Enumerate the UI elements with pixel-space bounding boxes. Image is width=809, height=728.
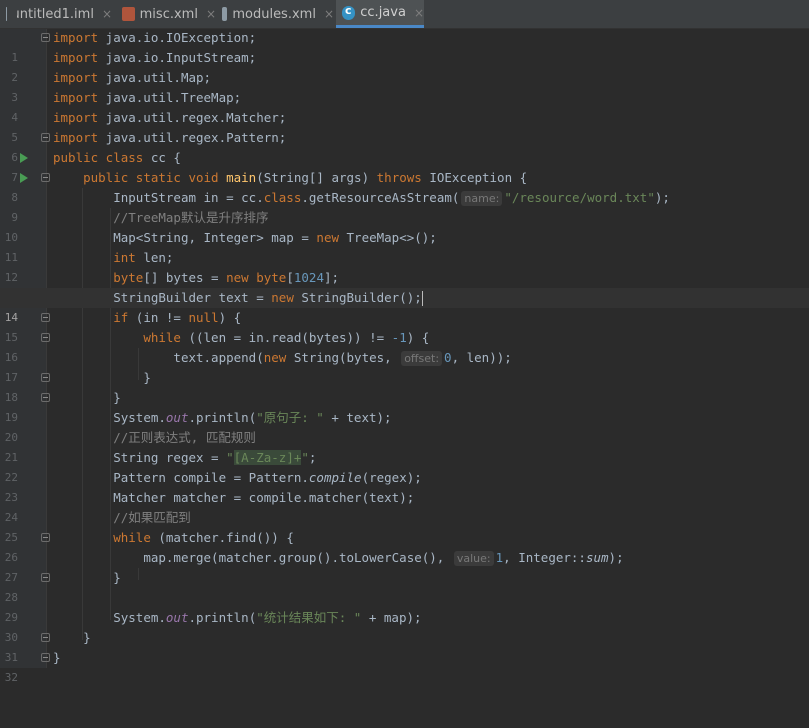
- xml-file-icon: [122, 7, 135, 21]
- code-line: 23 Pattern compile = Pattern.compile(reg…: [0, 468, 809, 504]
- code-line: 5 import java.util.regex.Matcher;: [0, 108, 809, 144]
- fold-icon[interactable]: [41, 393, 50, 402]
- code-line: 30 System.out.println("统计结果如下: " + map);: [0, 608, 809, 644]
- code-line: 27 map.merge(matcher.group().toLowerCase…: [0, 548, 809, 584]
- code-line: 13 byte[] bytes = new byte[1024];: [0, 268, 809, 304]
- code-line: 29: [0, 588, 809, 624]
- xml-file-icon: [222, 7, 228, 21]
- parameter-hint: name:: [461, 191, 503, 206]
- code-line: 21 //正则表达式, 匹配规则: [0, 428, 809, 464]
- fold-icon[interactable]: [41, 133, 50, 142]
- code-line: 26 while (matcher.find()) {: [0, 528, 809, 564]
- code-line: 32 }: [0, 648, 809, 684]
- code-line: 24 Matcher matcher = compile.matcher(tex…: [0, 488, 809, 524]
- run-icon[interactable]: [20, 153, 28, 163]
- code-line: 7 public class cc {: [0, 148, 809, 184]
- parameter-hint: value:: [453, 551, 494, 566]
- code-line: 16 while ((len = in.read(bytes)) != -1) …: [0, 328, 809, 364]
- java-class-icon: [342, 4, 356, 20]
- code-line: 18 }: [0, 368, 809, 404]
- tab-label: misc.xml: [139, 6, 198, 22]
- close-icon[interactable]: ×: [324, 7, 334, 21]
- tab-label: modules.xml: [232, 6, 316, 22]
- code-line: 25 //如果匹配到: [0, 508, 809, 544]
- iml-file-icon: [6, 7, 12, 21]
- code-line: 31 }: [0, 628, 809, 664]
- tab-misc-xml[interactable]: misc.xml ×: [116, 0, 216, 28]
- fold-icon[interactable]: [41, 573, 50, 582]
- code-line: 2 import java.io.InputStream;: [0, 48, 809, 84]
- fold-icon[interactable]: [41, 33, 50, 42]
- tab-cc-java[interactable]: cc.java ×: [336, 0, 424, 28]
- code-line: 4 import java.util.TreeMap;: [0, 88, 809, 124]
- editor-tab-bar: untitled1.iml × misc.xml × modules.xml ×…: [0, 0, 809, 29]
- close-icon[interactable]: ×: [414, 6, 424, 20]
- fold-icon[interactable]: [41, 653, 50, 662]
- code-line: 17 text.append(new String(bytes, offset:…: [0, 348, 809, 384]
- code-line: 28 }: [0, 568, 809, 604]
- code-line-current: 14 StringBuilder text = new StringBuilde…: [0, 288, 809, 324]
- tab-untitled1-iml[interactable]: untitled1.iml ×: [0, 0, 112, 28]
- fold-icon[interactable]: [41, 333, 50, 342]
- parameter-hint: offset:: [401, 351, 443, 366]
- code-line: 6 import java.util.regex.Pattern;: [0, 128, 809, 164]
- line-number: 32: [4, 671, 18, 684]
- fold-icon[interactable]: [41, 633, 50, 642]
- fold-icon[interactable]: [41, 533, 50, 542]
- tab-label: cc.java: [360, 5, 406, 20]
- fold-icon[interactable]: [41, 373, 50, 382]
- text-caret: [421, 291, 423, 306]
- run-icon[interactable]: [20, 173, 28, 183]
- code-line: 20 System.out.println("原句子: " + text);: [0, 408, 809, 444]
- code-line: 11 Map<String, Integer> map = new TreeMa…: [0, 228, 809, 264]
- code-line: 15 if (in != null) {: [0, 308, 809, 344]
- code-line: 10 //TreeMap默认是升序排序: [0, 208, 809, 244]
- code-line: 12 int len;: [0, 248, 809, 284]
- code-line: 1 import java.io.IOException;: [0, 28, 809, 64]
- code-line: 8 public static void main(String[] args)…: [0, 168, 809, 204]
- code-line: 9 InputStream in = cc.class.getResourceA…: [0, 188, 809, 224]
- close-icon[interactable]: ×: [102, 7, 112, 21]
- fold-icon[interactable]: [41, 173, 50, 182]
- code-line: 19 }: [0, 388, 809, 424]
- fold-icon[interactable]: [41, 313, 50, 322]
- code-line: 3 import java.util.Map;: [0, 68, 809, 104]
- close-icon[interactable]: ×: [206, 7, 216, 21]
- tab-modules-xml[interactable]: modules.xml ×: [216, 0, 334, 28]
- code-line: 22 String regex = "[A-Za-z]+";: [0, 448, 809, 484]
- regex-highlight: [A-Za-z]+: [233, 450, 302, 465]
- tab-label: untitled1.iml: [11, 6, 94, 22]
